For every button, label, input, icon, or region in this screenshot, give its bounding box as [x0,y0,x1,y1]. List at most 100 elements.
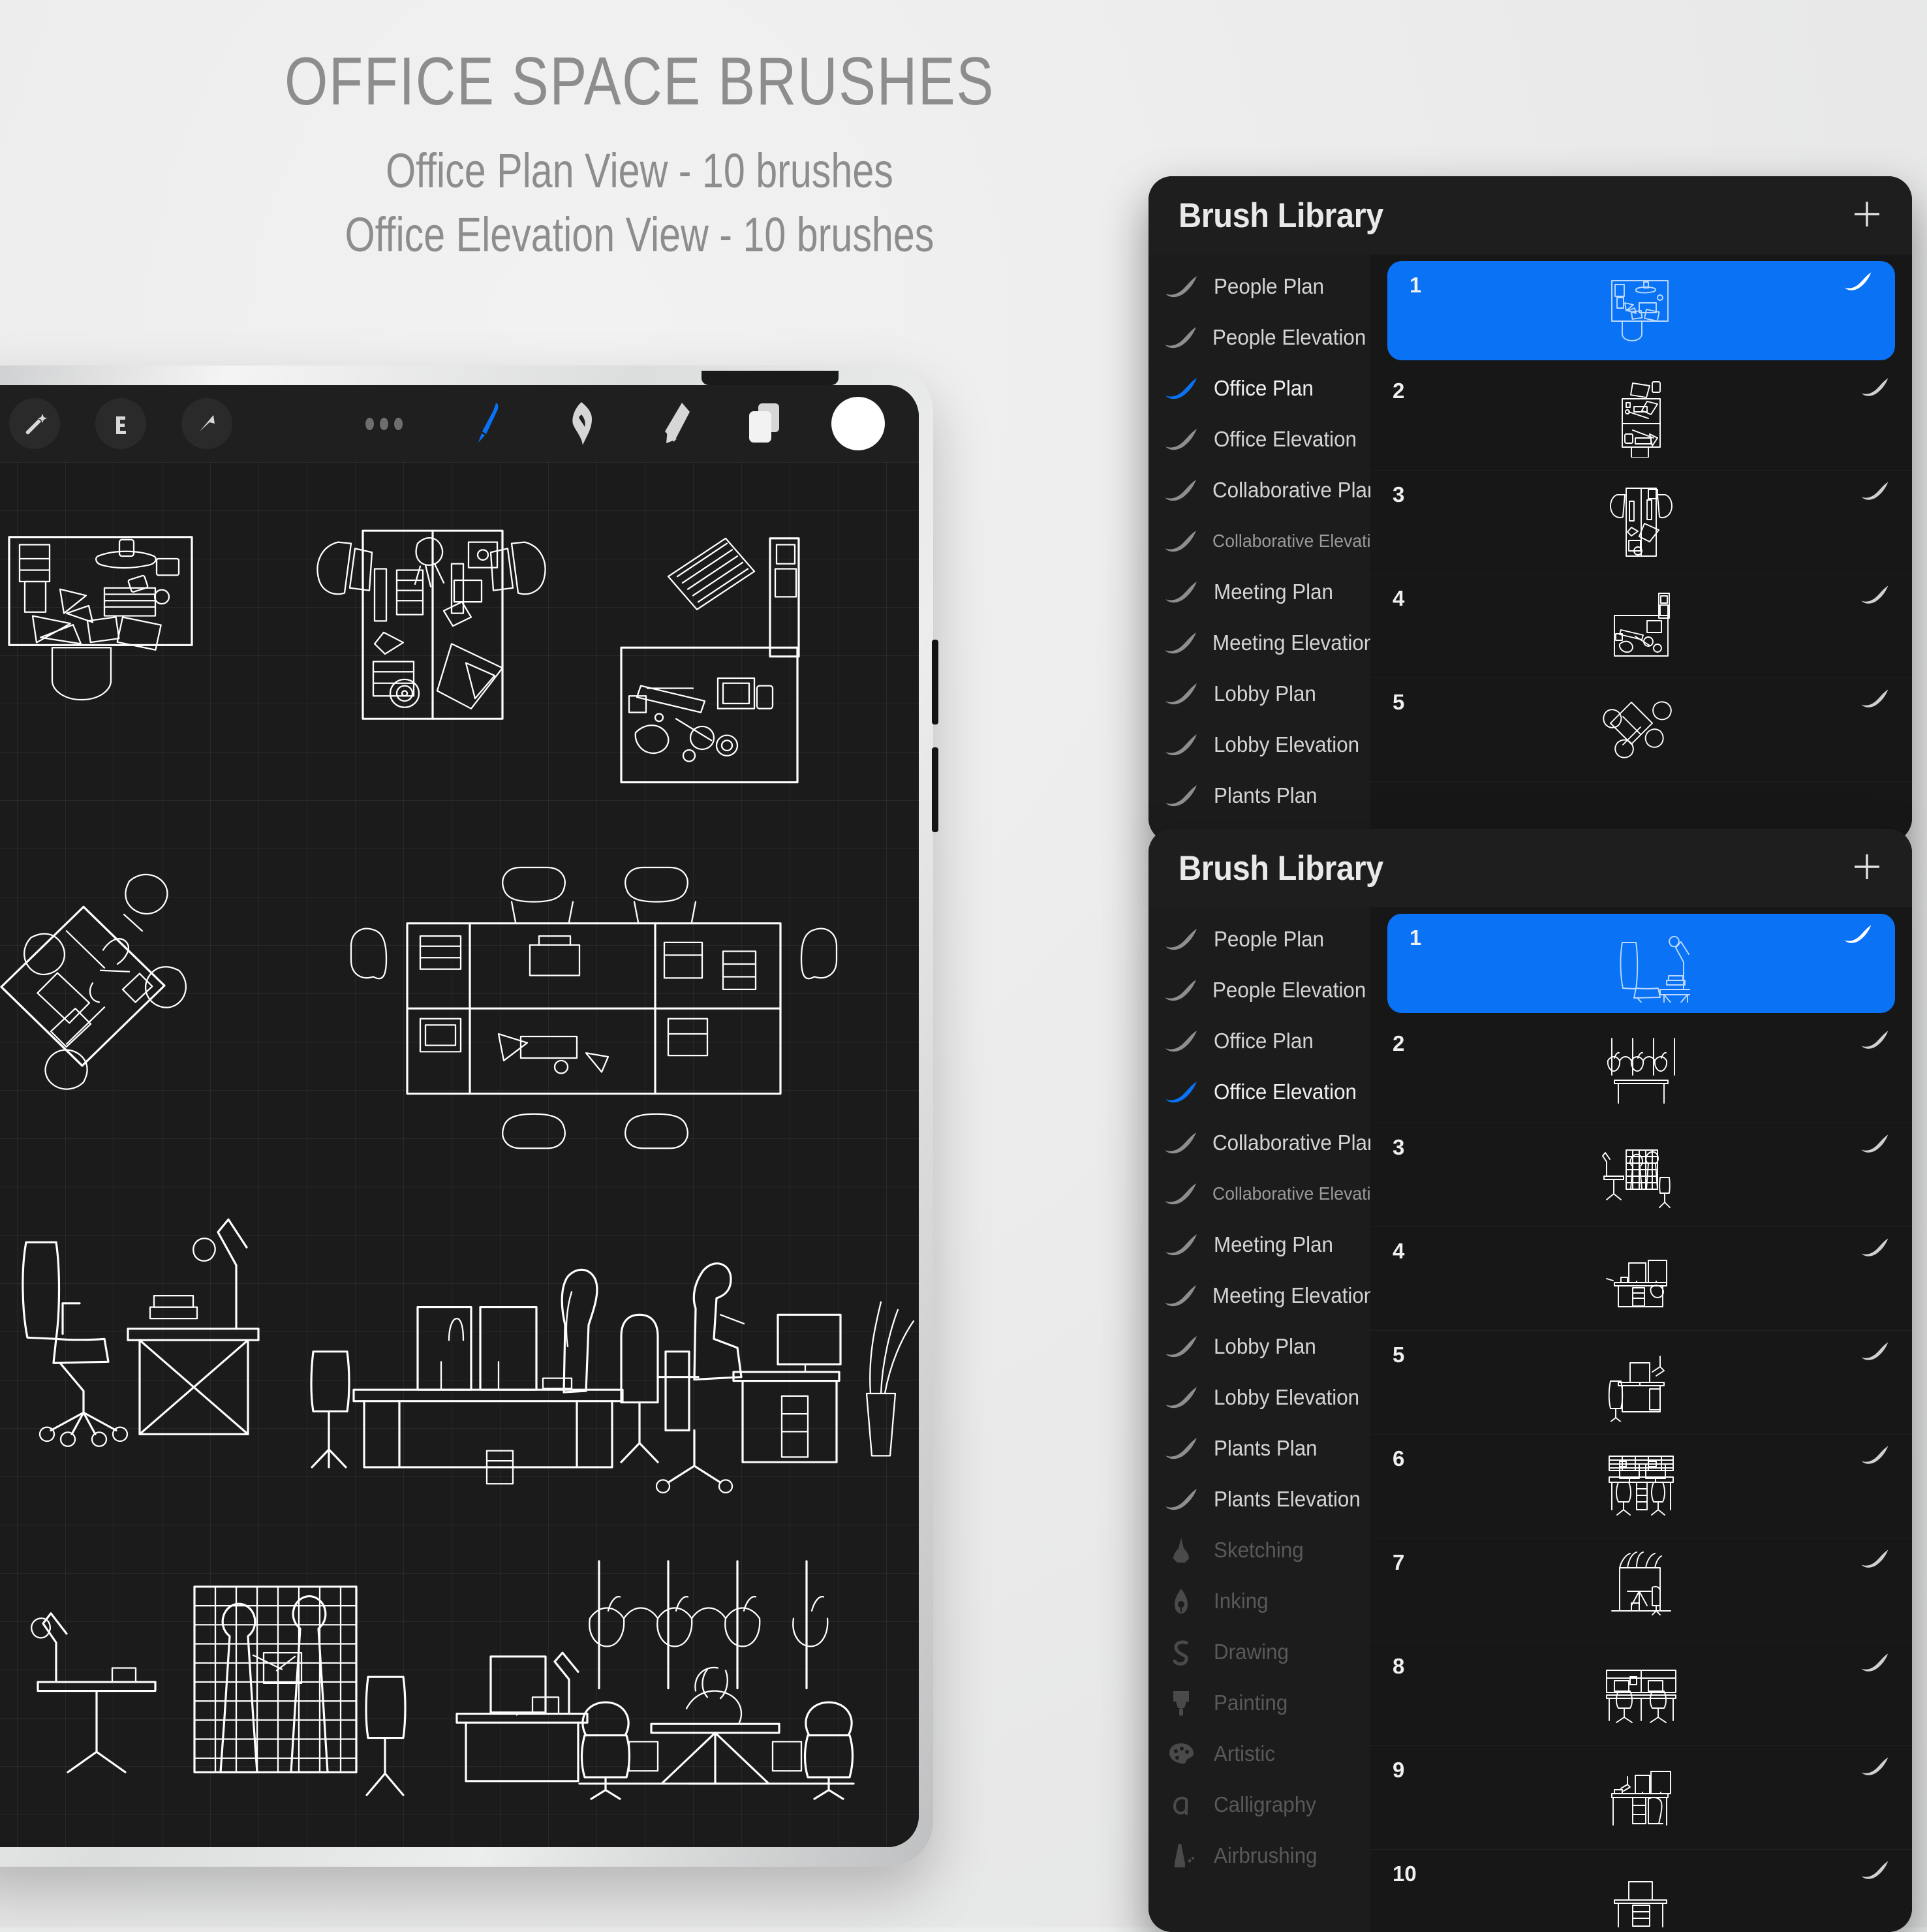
add-brush-set-button[interactable] [1852,199,1882,232]
brush-set-item-lobby-elevation[interactable]: Lobby Elevation [1148,719,1370,770]
brush-set-label: Lobby Plan [1214,681,1316,706]
brush-thumbnail[interactable]: 10 [1370,1850,1912,1932]
brush-set-item-meeting-plan[interactable]: Meeting Plan [1148,567,1370,617]
layers-icon[interactable] [740,398,791,449]
eraser-icon[interactable] [649,398,700,449]
brush-set-item-meeting-plan[interactable]: Meeting Plan [1148,1219,1370,1270]
brush-set-item-lobby-plan[interactable]: Lobby Plan [1148,1321,1370,1372]
brush-stroke-icon [1163,477,1198,503]
elev-collab-table [578,1666,855,1800]
panel-title: Brush Library [1179,196,1383,235]
transform-arrow-icon[interactable] [181,398,232,449]
brush-set-item-people-elevation[interactable]: People Elevation [1148,965,1370,1016]
brush-stroke-icon [1163,926,1199,952]
brush-stroke-icon [1163,732,1199,758]
brush-thumbnail[interactable]: 3 [1370,1123,1912,1227]
brush-thumbnail[interactable]: 1 [1387,914,1895,1013]
brush-stroke-icon [1860,1548,1890,1573]
brush-thumbnail-list-elevation[interactable]: 1 2 3 4 5 6 7 8 9 10 [1370,907,1912,1932]
brush-stroke-icon [1163,324,1198,351]
brush-set-item-office-plan[interactable]: Office Plan [1148,1016,1370,1067]
brush-library-panel-plan[interactable]: Brush Library People Plan People Elevatio… [1148,176,1912,842]
brush-thumbnail[interactable]: 7 [1370,1538,1912,1642]
brush-stroke-icon [1163,1232,1199,1258]
brush-set-item-collaborative-elevation[interactable]: Collaborative Elevation [1148,1168,1390,1219]
selection-icon[interactable] [95,398,146,449]
plan-single-desk [8,536,193,701]
page-title: OFFICE SPACE BRUSHES [285,44,994,119]
brush-thumbnail[interactable]: 8 [1370,1642,1912,1746]
brush-thumbnail[interactable]: 4 [1370,574,1912,678]
brush-set-item-office-elevation[interactable]: Office Elevation [1148,1067,1370,1117]
brush-set-item-lobby-elevation[interactable]: Lobby Elevation [1148,1372,1370,1423]
adjustments-wand-icon[interactable] [9,398,60,449]
brush-thumbnail[interactable]: 3 [1370,471,1912,574]
paint-brush-icon[interactable] [466,398,517,449]
brush-preview-art [1592,924,1690,1003]
smudge-icon[interactable] [557,398,608,449]
brush-thumbnail[interactable]: 2 [1370,1020,1912,1123]
brush-number: 4 [1393,1239,1405,1263]
brush-set-item-plants-elevation[interactable]: Plants Elevation [1148,1474,1370,1525]
brush-set-list-plan[interactable]: People Plan People Elevation Office Plan Of… [1148,255,1390,842]
brush-set-item-collaborative-plan[interactable]: Collaborative Plan [1148,1117,1378,1168]
brush-set-label: Plants Plan [1214,1436,1318,1460]
brush-set-item-sketching[interactable]: Sketching [1148,1525,1370,1576]
brush-set-item-plants-plan[interactable]: Plants Plan [1148,1423,1370,1474]
more-options-icon[interactable] [365,417,403,430]
brush-set-item-painting[interactable]: Painting [1148,1677,1370,1728]
brush-stroke-icon [1843,923,1873,948]
brush-thumbnail[interactable]: 5 [1370,1331,1912,1435]
brush-set-item-people-elevation[interactable]: People Elevation [1148,312,1370,363]
volume-up-button[interactable] [932,640,938,724]
brush-stroke-icon [1163,681,1199,707]
brush-set-item-calligraphy[interactable]: Calligraphy [1148,1779,1370,1830]
brush-set-list-elevation[interactable]: People Plan People Elevation Office Plan Of… [1148,907,1390,1932]
brush-stroke-icon [1860,1340,1890,1365]
panel-title: Brush Library [1179,849,1383,888]
brush-set-item-meeting-elevation[interactable]: Meeting Elevation [1148,617,1375,668]
sketching-category-icon [1163,1536,1199,1565]
elev-partition-people [31,1585,407,1796]
brush-set-label: Lobby Elevation [1214,1385,1360,1409]
brush-set-item-office-elevation[interactable]: Office Elevation [1148,414,1370,465]
brush-set-item-lobby-plan[interactable]: Lobby Plan [1148,668,1370,719]
brush-thumbnail-list-plan[interactable]: 1 2 3 4 5 [1370,255,1912,842]
brush-set-label: Meeting Elevation [1212,631,1376,655]
brush-thumbnail[interactable]: 5 [1370,678,1912,782]
brush-set-item-plants-plan[interactable]: Plants Plan [1148,770,1370,821]
brush-set-label: Office Plan [1214,1029,1314,1053]
brush-set-item-artistic[interactable]: Artistic [1148,1728,1370,1779]
brush-thumbnail[interactable]: 6 [1370,1435,1912,1538]
brush-stroke-icon [1860,1444,1890,1469]
brush-set-label: Meeting Elevation [1212,1283,1376,1307]
brush-set-item-collaborative-plan[interactable]: Collaborative Plan [1148,465,1378,516]
brush-stroke-icon [1163,273,1199,300]
painting-category-icon [1163,1689,1199,1717]
brush-set-item-collaborative-elevation[interactable]: Collaborative Elevation [1148,516,1390,567]
brush-stroke-icon [1860,1859,1890,1884]
add-brush-set-button[interactable] [1852,852,1882,885]
brush-set-item-people-plan[interactable]: People Plan [1148,261,1370,312]
brush-number: 6 [1393,1446,1405,1471]
brush-library-panel-elevation[interactable]: Brush Library People Plan People Elevatio… [1148,829,1912,1932]
brush-stroke-icon [1163,375,1199,401]
brush-thumbnail[interactable]: 1 [1387,261,1895,360]
brush-stroke-icon [1163,783,1199,809]
brush-stroke-icon [1163,1181,1198,1207]
brush-set-label: Office Elevation [1214,427,1357,451]
brush-set-item-drawing[interactable]: Drawing [1148,1627,1370,1677]
brush-set-item-office-plan[interactable]: Office Plan [1148,363,1370,414]
brush-set-item-airbrushing[interactable]: Airbrushing [1148,1830,1370,1881]
brush-set-label: Lobby Plan [1214,1334,1316,1358]
brush-thumbnail[interactable]: 2 [1370,367,1912,471]
brush-set-item-inking[interactable]: Inking [1148,1576,1370,1627]
brush-set-item-meeting-elevation[interactable]: Meeting Elevation [1148,1270,1375,1321]
promo-subtitle-line-1: Office Plan View - 10 brushes [386,144,893,198]
volume-down-button[interactable] [932,747,938,832]
brush-thumbnail[interactable]: 9 [1370,1746,1912,1850]
brush-thumbnail[interactable]: 4 [1370,1227,1912,1331]
drawing-canvas[interactable] [0,462,919,1847]
color-swatch[interactable] [831,397,885,450]
brush-set-item-people-plan[interactable]: People Plan [1148,914,1370,965]
